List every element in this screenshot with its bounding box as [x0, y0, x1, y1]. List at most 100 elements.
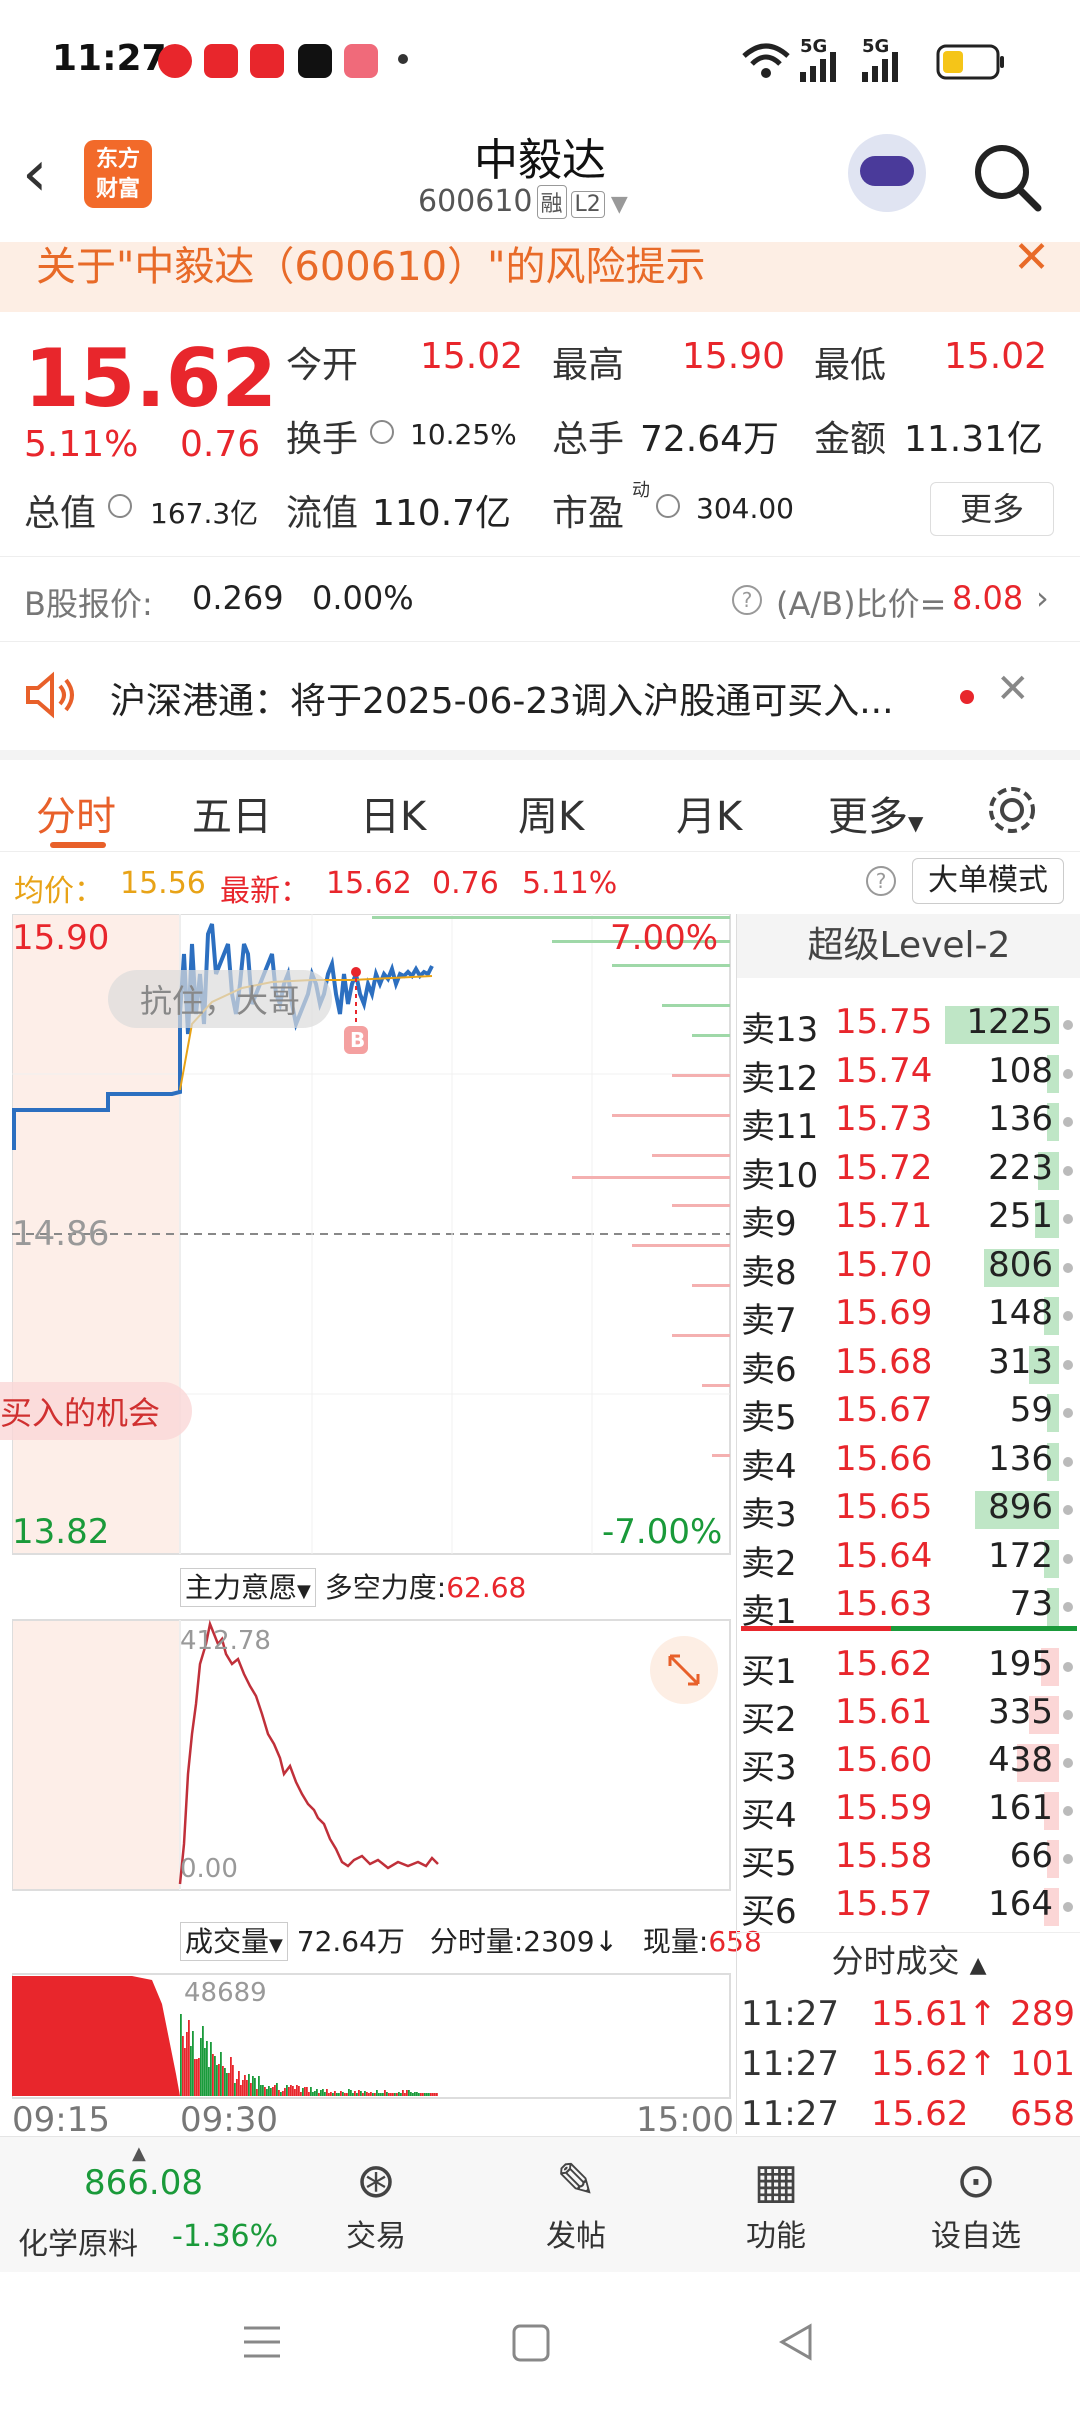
add-watchlist-button[interactable]: ⊙ 设自选: [906, 2151, 1046, 2255]
unread-dot: [960, 690, 974, 704]
ask-row[interactable]: 卖1 15.63 73: [737, 1584, 1080, 1632]
notice-text: 沪深港通：将于2025-06-23调入沪股通可买入...: [110, 681, 894, 722]
low-value: 15.02: [944, 336, 1048, 377]
buy-marker-label: B: [350, 1028, 366, 1052]
ask-row[interactable]: 卖8 15.70 806: [737, 1245, 1080, 1293]
trade-ticks-header[interactable]: 分时成交 ▲: [737, 1932, 1080, 1988]
stock-header: ‹ 东方 财富 中毅达 600610 融 L2 ▼: [0, 120, 1080, 242]
intraday-chart-area[interactable]: 15.90 7.00% 14.86 13.82 -7.00% B 抗住，大哥 买…: [0, 914, 762, 2140]
ask-row[interactable]: 卖10 15.72 223: [737, 1148, 1080, 1196]
volume-selector[interactable]: 成交量▼: [180, 1922, 288, 1961]
minute-volume-value: 2309↓: [523, 1925, 618, 1958]
trade-volume: 658: [1010, 2094, 1075, 2134]
volume-bar: [266, 2089, 268, 2096]
volume-bar: [322, 2089, 324, 2096]
volume-bar: [414, 2092, 416, 2096]
volume-bar: [308, 2092, 310, 2096]
volume-bar: [190, 2046, 192, 2096]
large-order-mode-button[interactable]: 大单模式: [912, 858, 1064, 904]
chevron-down-icon[interactable]: ▼: [611, 192, 628, 217]
b-share-row[interactable]: B股报价: 0.269 0.00% ? (A/B)比价= 8.08 ›: [0, 556, 1080, 642]
ask-price: 15.74: [835, 1050, 933, 1091]
order-dot: [1063, 1359, 1073, 1370]
tab-daily-k[interactable]: 日K: [360, 784, 426, 842]
tab-weekly-k[interactable]: 周K: [518, 784, 584, 842]
recent-apps-icon[interactable]: [240, 2322, 284, 2362]
level2-title[interactable]: 超级Level-2: [737, 914, 1080, 978]
ask-row[interactable]: 卖6 15.68 313: [737, 1342, 1080, 1390]
functions-button[interactable]: ▦ 功能: [706, 2151, 846, 2255]
volume-bar: [280, 2092, 282, 2096]
volume-total: 72.64万: [296, 1925, 405, 1958]
volume-bar: [426, 2093, 428, 2096]
connect-notice-bar[interactable]: 沪深港通：将于2025-06-23调入沪股通可买入... ✕: [0, 642, 1080, 750]
risk-warning-banner[interactable]: 关于"中毅达（600610）"的风险提示 ✕: [0, 242, 1080, 312]
ask-row[interactable]: 卖7 15.69 148: [737, 1293, 1080, 1341]
tab-five-day[interactable]: 五日: [192, 784, 272, 842]
bid-volume: 66: [1009, 1836, 1053, 1876]
close-icon[interactable]: ✕: [1013, 242, 1050, 283]
sector-index-widget[interactable]: ▲ 866.08 化学原料 -1.36%: [0, 2137, 278, 2273]
info-icon[interactable]: [656, 494, 680, 518]
b-share-label: B股报价:: [24, 585, 153, 623]
tab-monthly-k[interactable]: 月K: [676, 784, 742, 842]
ask-row[interactable]: 卖2 15.64 172: [737, 1536, 1080, 1584]
comment-bubble[interactable]: 买入的机会: [0, 1382, 193, 1440]
bid-level: 买2: [741, 1700, 797, 1740]
latest-value: 15.62: [326, 866, 412, 901]
tab-intraday[interactable]: 分时: [36, 784, 116, 842]
indicator-selector[interactable]: 主力意愿▼: [180, 1568, 316, 1607]
bid-row[interactable]: 买3 15.60 438: [737, 1740, 1080, 1788]
help-icon[interactable]: ?: [732, 585, 762, 615]
bid-volume: 161: [988, 1788, 1053, 1828]
bid-row[interactable]: 买6 15.57 164: [737, 1884, 1080, 1932]
home-icon[interactable]: [510, 2322, 552, 2364]
bid-level: 买4: [741, 1796, 797, 1836]
ask-row[interactable]: 卖13 15.75 1225: [737, 1002, 1080, 1050]
bid-row[interactable]: 买1 15.62 195: [737, 1644, 1080, 1692]
chevron-right-icon[interactable]: ›: [1036, 579, 1049, 617]
volume-bar: [318, 2093, 320, 2096]
volume-bar: [284, 2088, 286, 2096]
bid-row[interactable]: 买2 15.61 335: [737, 1692, 1080, 1740]
ask-volume: 313: [988, 1341, 1053, 1382]
volume-bar: [422, 2093, 424, 2096]
info-icon[interactable]: [370, 420, 394, 444]
volume-bar: [206, 2041, 208, 2096]
toutiao-icon: [204, 44, 238, 78]
ask-row[interactable]: 卖12 15.74 108: [737, 1051, 1080, 1099]
settings-gear-icon[interactable]: [984, 782, 1040, 838]
trade-button[interactable]: ⊛ 交易: [306, 2151, 446, 2255]
bid-row[interactable]: 买4 15.59 161: [737, 1788, 1080, 1836]
trade-volume: 289: [1010, 1994, 1075, 2034]
avg-price-value: 15.56: [120, 866, 206, 901]
search-icon[interactable]: [970, 140, 1046, 216]
close-icon[interactable]: ✕: [996, 666, 1030, 712]
comment-bubble[interactable]: 抗住，大哥: [108, 970, 333, 1028]
wifi-icon: [742, 43, 790, 78]
float-cap-label: 流值: [286, 493, 359, 534]
volume-bar: [310, 2087, 312, 2096]
ai-assistant-icon[interactable]: [848, 134, 926, 212]
volume-bar: [328, 2093, 330, 2096]
more-quote-button[interactable]: 更多: [930, 482, 1054, 536]
volume-bar: [248, 2074, 250, 2096]
volume-bar: [334, 2091, 336, 2096]
volume-bar: [376, 2090, 378, 2096]
ask-row[interactable]: 卖5 15.67 59: [737, 1390, 1080, 1438]
ask-row[interactable]: 卖9 15.71 251: [737, 1196, 1080, 1244]
help-icon[interactable]: ?: [866, 866, 896, 896]
post-button[interactable]: ✎ 发帖: [506, 2151, 646, 2255]
volume-bar: [208, 2067, 210, 2096]
info-icon[interactable]: [108, 494, 132, 518]
bid-row[interactable]: 买5 15.58 66: [737, 1836, 1080, 1884]
ask-row[interactable]: 卖3 15.65 896: [737, 1487, 1080, 1535]
ask-volume: 172: [988, 1535, 1053, 1576]
back-nav-icon[interactable]: [776, 2320, 816, 2364]
turnover-label: 换手: [286, 419, 359, 460]
volume-bar: [390, 2093, 392, 2096]
ask-row[interactable]: 卖4 15.66 136: [737, 1439, 1080, 1487]
tab-more[interactable]: 更多▼: [828, 784, 923, 842]
ask-row[interactable]: 卖11 15.73 136: [737, 1099, 1080, 1147]
pct-axis-high: 7.00%: [610, 918, 719, 958]
